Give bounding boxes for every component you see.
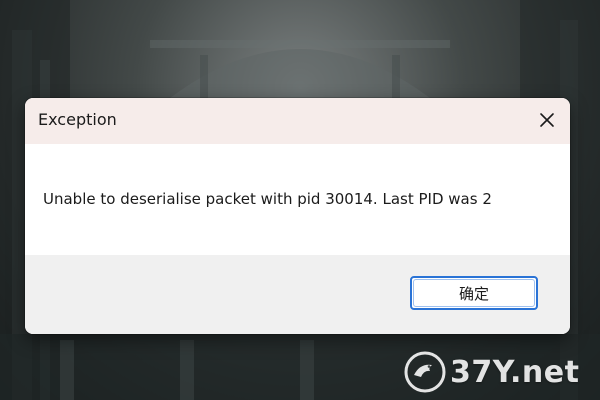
watermark-text: 37Y.net	[450, 354, 580, 390]
ok-button[interactable]: 确定	[410, 276, 538, 310]
dialog-titlebar[interactable]: Exception	[25, 98, 570, 144]
dialog-title: Exception	[38, 110, 117, 129]
bird-logo-icon	[404, 351, 446, 393]
close-button[interactable]	[530, 104, 564, 136]
dialog-footer: 确定	[25, 255, 570, 334]
error-message: Unable to deserialise packet with pid 30…	[43, 190, 492, 208]
close-icon	[540, 113, 554, 127]
desktop-background: Exception Unable to deserialise packet w…	[0, 0, 600, 400]
dialog-content: Unable to deserialise packet with pid 30…	[25, 144, 570, 255]
site-watermark: 37Y.net	[404, 350, 579, 394]
exception-dialog: Exception Unable to deserialise packet w…	[25, 98, 570, 334]
